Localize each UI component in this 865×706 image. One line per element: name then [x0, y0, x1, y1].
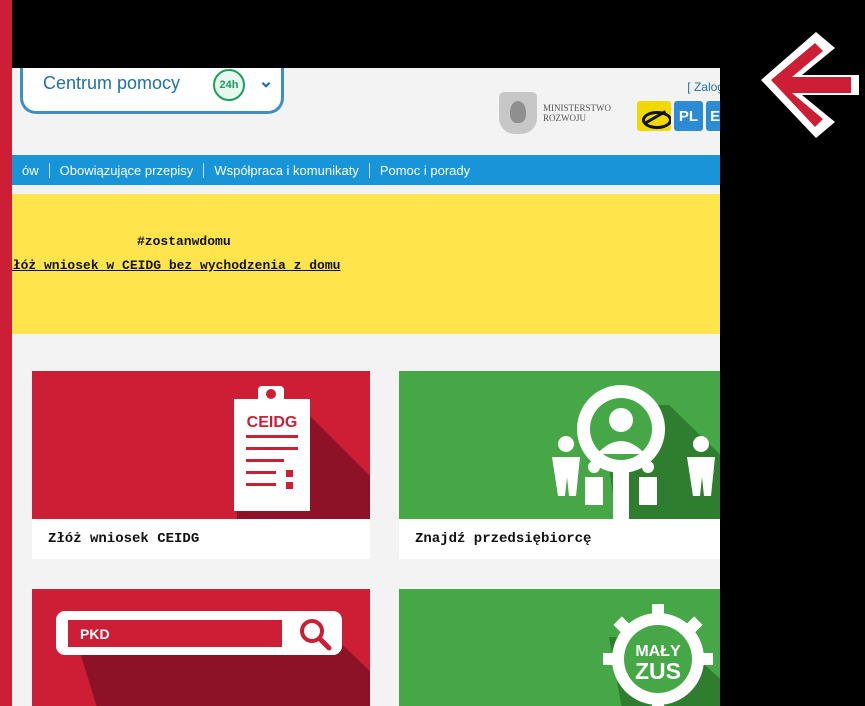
- ministry-name-line2: ROZWOJU: [543, 113, 586, 123]
- language-pl-button[interactable]: PL: [674, 101, 703, 131]
- small-zus-tile-image: MAŁY ZUS: [399, 589, 737, 706]
- ministry-logo: MINISTERSTWO ROZWOJU: [499, 92, 611, 134]
- ministry-name-line1: MINISTERSTWO: [543, 103, 611, 113]
- pkd-search-text: PKD: [80, 626, 110, 642]
- nav-item-help[interactable]: Pomoc i porady: [370, 163, 480, 178]
- small-zus-line2: ZUS: [635, 658, 681, 684]
- chevron-down-icon[interactable]: ⌄: [254, 69, 278, 93]
- tile-submit-ceidg-label: Złóż wniosek CEIDG: [48, 531, 200, 547]
- left-arrow-icon: [761, 32, 859, 138]
- magnifier-icon: PKD: [32, 589, 370, 706]
- accessibility-eye-icon[interactable]: [637, 101, 671, 131]
- find-entrepreneur-tile-image: [399, 371, 737, 519]
- tile-submit-ceidg[interactable]: CEIDG Złóż wniosek CEIDG: [32, 371, 370, 559]
- nav-item-previous[interactable]: ów: [12, 162, 50, 178]
- ministry-eagle-icon: [499, 92, 537, 134]
- tile-pkd-search[interactable]: PKD: [32, 589, 370, 706]
- banner-apply-link[interactable]: Złóż wniosek w CEIDG bez wychodzenia z d…: [12, 258, 340, 273]
- tile-small-zus[interactable]: MAŁY ZUS: [399, 589, 737, 706]
- nav-item-cooperation[interactable]: Współpraca i komunikaty: [204, 162, 370, 178]
- search-person-icon: [399, 371, 737, 519]
- clipboard-ceidg-text: CEIDG: [247, 414, 298, 431]
- pkd-tile-image: PKD: [32, 589, 370, 706]
- left-red-border: [0, 0, 12, 706]
- banner-hashtag: #zostanwdomu: [137, 234, 231, 249]
- browser-screen: Centrum pomocy 24h ⌄ [ Zaloguj ] MINISTE…: [12, 68, 770, 706]
- gear-icon: MAŁY ZUS: [399, 589, 737, 706]
- tile-find-entrepreneur[interactable]: Znajdź przedsiębiorcę: [399, 371, 737, 559]
- tile-find-entrepreneur-label: Znajdź przedsiębiorcę: [415, 531, 592, 547]
- help-center-dropdown[interactable]: Centrum pomocy 24h ⌄: [20, 68, 284, 114]
- clipboard-icon: CEIDG: [32, 371, 370, 519]
- ceidg-tile-image: CEIDG: [32, 371, 370, 519]
- help-center-label: Centrum pomocy: [43, 73, 181, 93]
- stay-home-banner: #zostanwdomu Złóż wniosek w CEIDG bez wy…: [12, 194, 740, 334]
- nav-item-regulations[interactable]: Obowiązujące przepisy: [50, 162, 205, 178]
- main-navigation: ów Obowiązujące przepisy Współpraca i ko…: [12, 155, 740, 185]
- 24h-help-icon: 24h: [213, 69, 245, 101]
